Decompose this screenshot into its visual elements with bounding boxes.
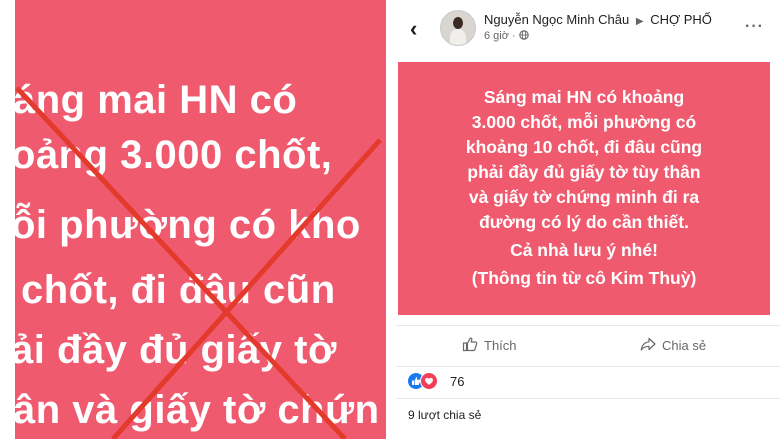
post-text-card: Sáng mai HN có khoảng 3.000 chốt, mỗi ph… — [398, 62, 770, 315]
card-text-line: 3.000 chốt, mỗi phường có — [471, 112, 697, 132]
like-button[interactable]: Thích — [462, 336, 517, 353]
divider — [386, 0, 396, 439]
card-text-line: khoảng 10 chốt, đi đâu cũng — [465, 137, 703, 157]
love-reaction-icon — [420, 372, 438, 390]
globe-icon — [518, 30, 529, 40]
card-text-line: Cả nhà lưu ý nhé! — [510, 240, 658, 260]
chevron-left-icon[interactable]: ‹ — [410, 16, 417, 42]
card-text-line: đường có lý do cần thiết. — [479, 212, 689, 232]
card-text-line: Sáng mai HN có khoảng — [483, 87, 685, 107]
avatar[interactable] — [440, 10, 476, 46]
group-name[interactable]: CHỢ PHỐ — [650, 12, 712, 27]
arrow-right-icon: ▶ — [635, 16, 644, 27]
reaction-count: 76 — [450, 374, 465, 389]
post-header: ‹ Nguyễn Ngọc Minh Châu ▶ CHỢ PHỐ 6 giờ … — [396, 0, 780, 58]
post-author-line: Nguyễn Ngọc Minh Châu ▶ CHỢ PHỐ — [484, 12, 712, 27]
author-name[interactable]: Nguyễn Ngọc Minh Châu — [484, 12, 629, 27]
cross-mark-icon — [15, 86, 382, 439]
share-count[interactable]: 9 lượt chia sẻ — [408, 408, 481, 422]
card-text-line: phải đầy đủ giấy tờ tùy thân — [467, 162, 701, 182]
share-button[interactable]: Chia sẻ — [640, 336, 706, 353]
card-text-line: (Thông tin từ cô Kim Thuỳ) — [471, 268, 697, 288]
divider — [396, 398, 780, 399]
post-time: 6 giờ · — [484, 30, 529, 42]
card-text-line: và giấy tờ chứng minh đi ra — [468, 187, 700, 207]
left-image-panel: áng mai HN có oảng 3.000 chốt, ỗi phường… — [15, 0, 386, 439]
more-options-icon[interactable]: ··· — [745, 18, 764, 36]
share-label: Chia sẻ — [662, 338, 707, 353]
like-label: Thích — [484, 338, 517, 353]
post-actions-bar: Thích Chia sẻ — [396, 325, 780, 367]
post-time-text: 6 giờ · — [484, 30, 516, 42]
share-arrow-icon — [640, 337, 656, 351]
facebook-post-screenshot: ‹ Nguyễn Ngọc Minh Châu ▶ CHỢ PHỐ 6 giờ … — [396, 0, 780, 439]
thumbs-up-icon — [462, 337, 478, 352]
